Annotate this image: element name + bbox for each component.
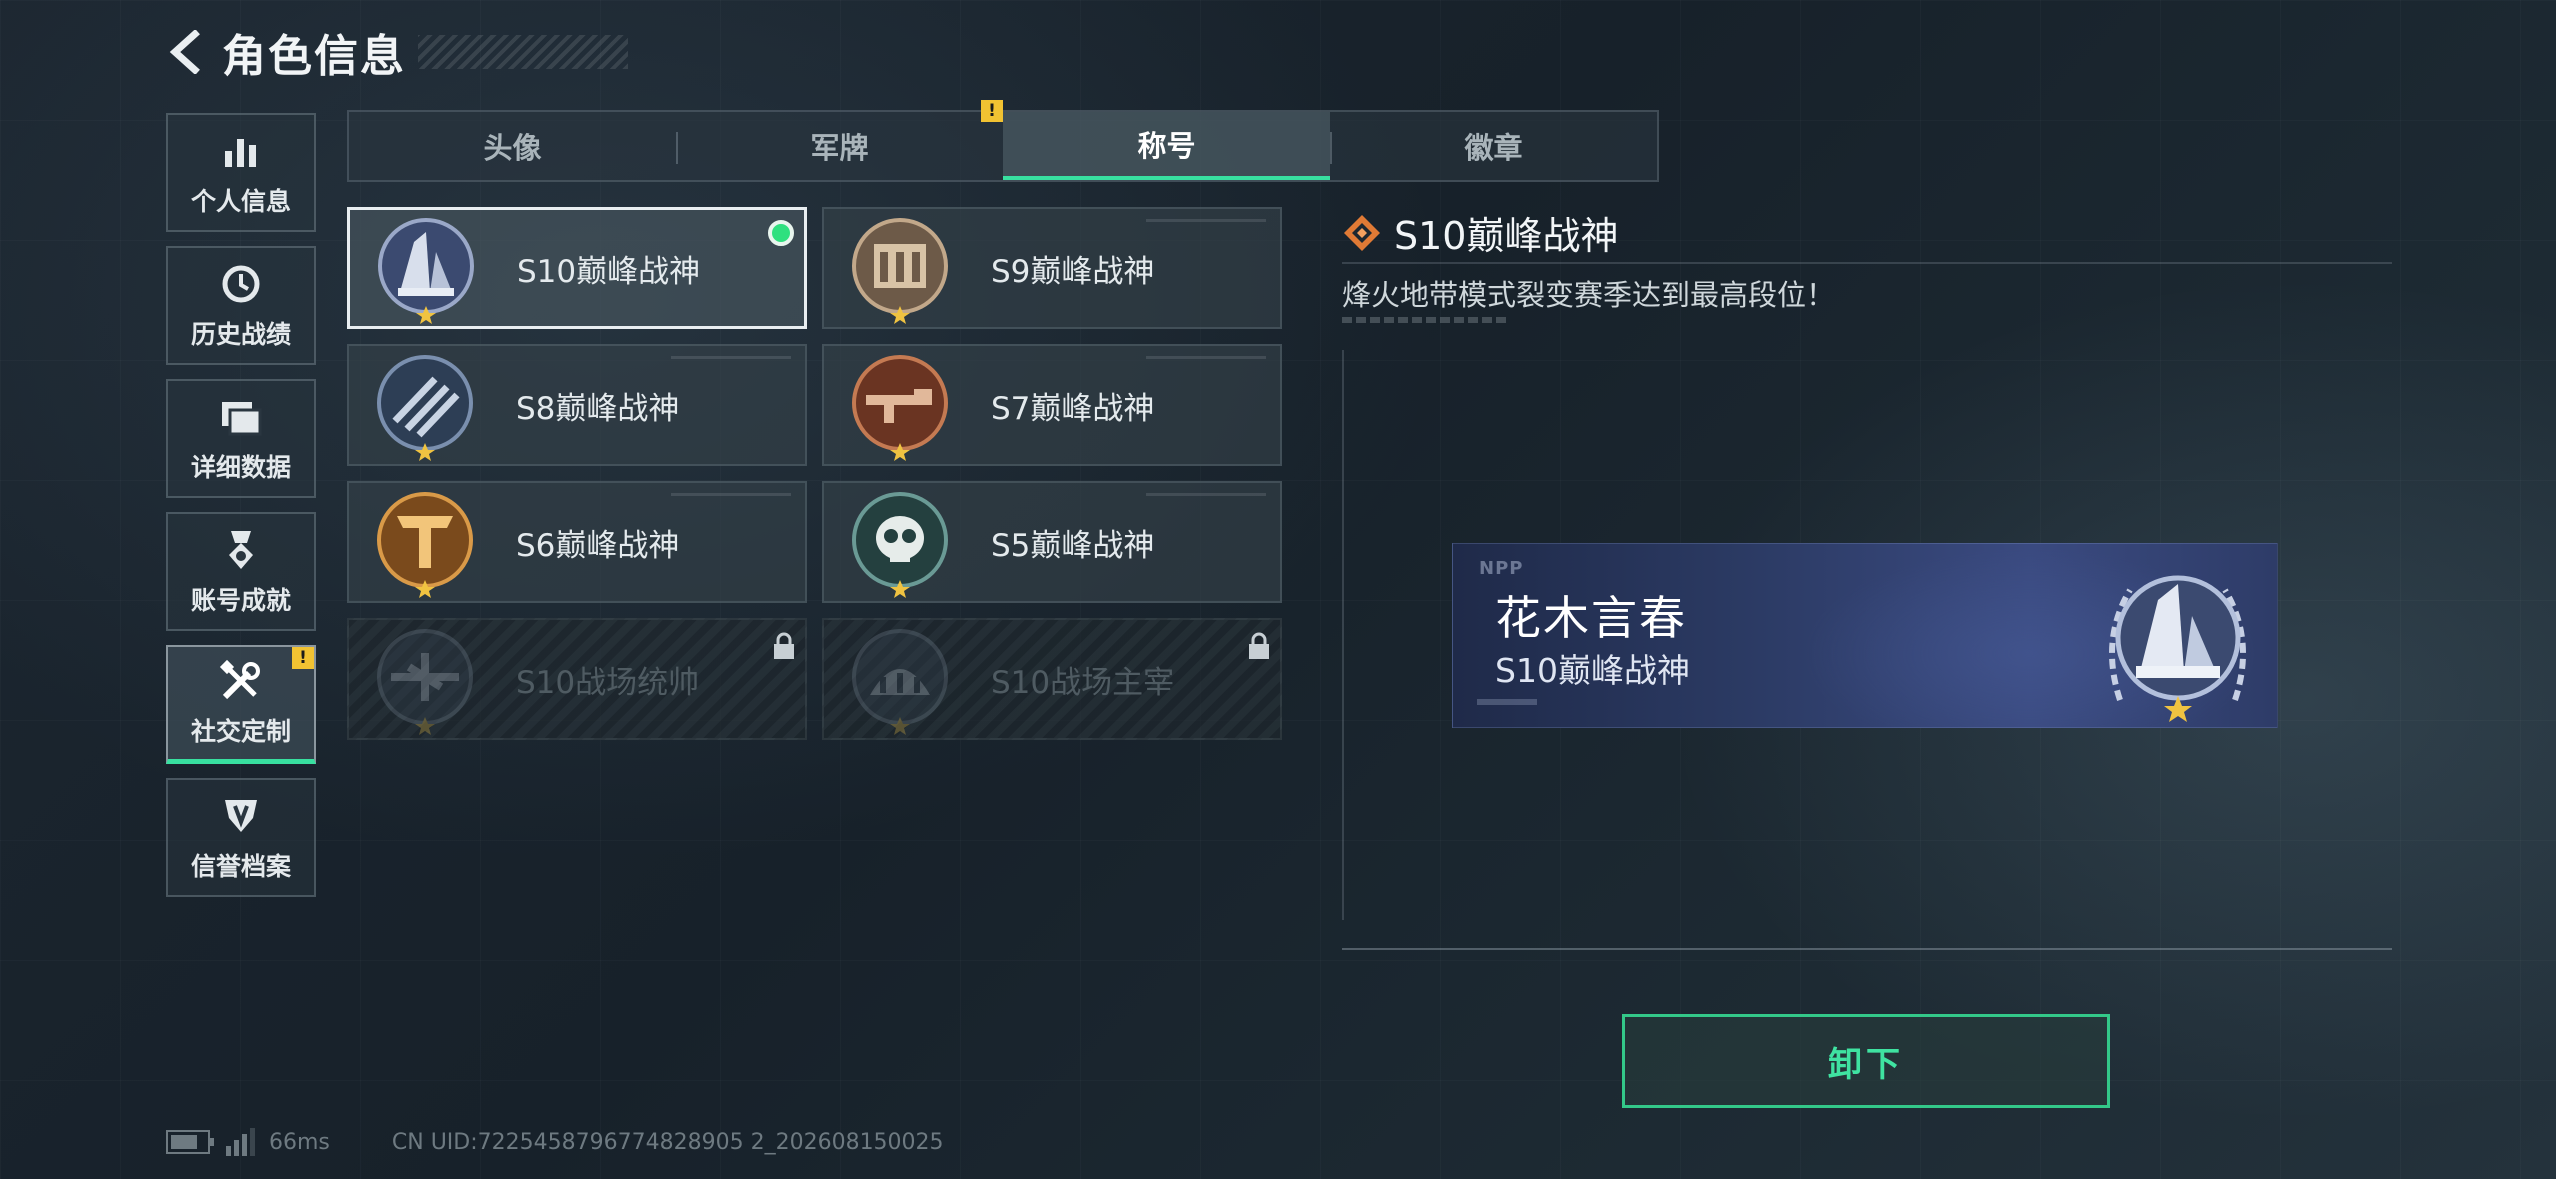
detail-description: 烽火地带模式裂变赛季达到最高段位！ [1342,278,1836,312]
back-button[interactable] [160,27,210,77]
sidebar-item-label: 详细数据 [190,452,291,482]
title-label: S5巅峰战神 [991,527,1155,564]
title-label: S10巅峰战神 [517,253,701,290]
s10-colosseum-emblem-icon [852,629,948,735]
category-tabs: 头像 军牌 称号 徽章 ! [347,100,1659,182]
title-list: S10巅峰战神 S9巅峰战神 S8巅峰战神 S7巅峰战神 S6巅峰战神 S5巅峰… [347,207,1282,740]
title-label: S7巅峰战神 [991,390,1155,427]
sidebar-item-reputation[interactable]: 信誉档案 [166,778,316,897]
sidebar-item-personal-info[interactable]: 个人信息 [166,113,316,232]
tab-dogtag[interactable]: 军牌 [676,112,1003,180]
s9-building-emblem-icon [852,218,948,324]
card-decoration [1146,219,1266,222]
frame-border-bottom [1342,948,2392,950]
warning-badge: ! [981,100,1003,122]
title-label: S10战场统帅 [516,664,700,701]
chevron-left-icon [169,30,200,74]
s5-skull-emblem-icon [852,492,948,598]
s10-tower-emblem-icon [378,218,474,324]
tab-title[interactable]: 称号 [1003,112,1330,180]
title-label: S8巅峰战神 [516,390,680,427]
nameplate-logo: NPP [1479,558,1524,579]
medal-icon [218,527,264,573]
title-card[interactable]: S9巅峰战神 [822,207,1282,329]
equipped-indicator [768,220,794,246]
sidebar-item-details[interactable]: 详细数据 [166,379,316,498]
nameplate-decoration [1477,699,1537,705]
title-label: S6巅峰战神 [516,527,680,564]
ping-text: 66ms [269,1129,330,1155]
bar-chart-icon [218,128,264,174]
battery-level [171,1135,197,1149]
frame-border-left [1342,350,1344,920]
unequip-button[interactable]: 卸下 [1622,1014,2110,1108]
folder-icon [218,394,264,440]
nameplate-title: S10巅峰战神 [1495,651,1690,690]
s10-tower-emblem-large-icon [2109,575,2246,722]
warning-badge: ! [292,647,314,669]
title-card[interactable]: S10战场统帅 [347,618,807,740]
battery-icon [166,1130,214,1154]
tools-icon [218,658,264,704]
detail-title-name: S10巅峰战神 [1394,214,1619,258]
sidebar-item-history[interactable]: 历史战绩 [166,246,316,365]
divider [1342,262,2392,264]
signal-icon [226,1128,255,1156]
diamond-rank-icon [1344,214,1380,251]
history-clock-icon [218,261,264,307]
tab-label: 徽章 [1464,131,1523,165]
sidebar-item-label: 社交定制 [190,717,291,746]
lock-icon [1249,632,1269,659]
title-label: S9巅峰战神 [991,253,1155,290]
title-card[interactable]: S7巅峰战神 [822,344,1282,466]
s7-rifle-emblem-icon [852,355,948,461]
title-card[interactable]: S10巅峰战神 [347,207,807,329]
status-bar: 66ms CN UID:7225458796774828905 2_202608… [166,1128,944,1156]
tab-badge[interactable]: 徽章 [1330,112,1657,180]
detail-header: S10巅峰战神 [1342,205,1618,260]
title-card[interactable]: S10战场主宰 [822,618,1282,740]
tab-label: 头像 [483,131,542,165]
page-title: 角色信息 [222,31,406,82]
sidebar-item-label: 账号成就 [190,585,291,615]
title-card[interactable]: S8巅峰战神 [347,344,807,466]
sidebar-item-label: 信誉档案 [190,851,291,881]
card-decoration [1146,493,1266,496]
tab-avatar[interactable]: 头像 [349,112,676,180]
lock-icon [774,632,794,659]
tab-label: 称号 [1137,129,1196,163]
s8-stripes-emblem-icon [377,355,473,461]
title-card[interactable]: S6巅峰战神 [347,481,807,603]
sidebar-item-achievements[interactable]: 账号成就 [166,512,316,631]
sidebar-item-label: 个人信息 [190,186,291,216]
detail-decoration [1342,317,1507,323]
card-decoration [671,493,791,496]
title-card[interactable]: S5巅峰战神 [822,481,1282,603]
title-label: S10战场主宰 [991,664,1175,701]
sidebar: 个人信息 历史战绩 详细数据 账号成就 ! 社交定制 信誉档案 [166,113,316,911]
sidebar-item-label: 历史战绩 [190,319,291,349]
page-header: 角色信息 [160,22,628,82]
s10-plane-emblem-icon [377,629,473,735]
card-decoration [1146,356,1266,359]
card-decoration [671,356,791,359]
nameplate-preview: NPP 花木言春 S10巅峰战神 [1452,543,2278,728]
shield-icon [218,793,264,839]
tab-label: 军牌 [810,131,869,165]
uid-text: CN UID:7225458796774828905 2_20260815002… [391,1129,944,1155]
header-decoration [418,35,628,69]
sidebar-item-social-custom[interactable]: ! 社交定制 [166,645,316,764]
s6-t-emblem-icon [377,492,473,598]
player-name: 花木言春 [1495,591,1687,645]
